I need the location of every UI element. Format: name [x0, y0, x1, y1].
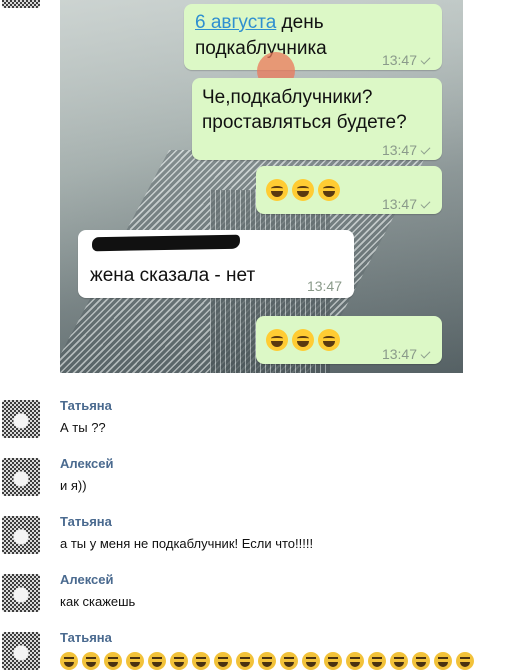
message-bubble: 6 августа день подкаблучника 13:47 [184, 4, 442, 70]
tears-of-joy-icon [266, 328, 288, 351]
author-name[interactable]: Алексей [60, 572, 114, 587]
message-bubble: 13:47 [256, 166, 442, 214]
avatar[interactable] [2, 458, 40, 496]
laughing-face-icon [170, 652, 188, 670]
message-text: и я)) [60, 478, 87, 493]
author-name[interactable]: Татьяна [60, 514, 112, 529]
read-check-icon [420, 54, 431, 65]
laughing-face-icon [104, 652, 122, 670]
redacted-name [91, 234, 241, 252]
date-link[interactable]: 6 августа [195, 12, 276, 33]
laughing-face-icon [280, 652, 298, 670]
laughing-face-icon [192, 652, 210, 670]
laughing-face-icon [236, 652, 254, 670]
tears-of-joy-icon [266, 178, 288, 201]
avatar[interactable] [2, 0, 40, 8]
author-name[interactable]: Алексей [60, 456, 114, 471]
avatar[interactable] [2, 400, 40, 438]
tears-of-joy-icon [318, 328, 340, 351]
laughing-face-icon [412, 652, 430, 670]
tears-of-joy-icon [318, 178, 340, 201]
laughing-face-icon [258, 652, 276, 670]
author-name[interactable]: Татьяна [60, 398, 112, 413]
laughing-face-icon [324, 652, 342, 670]
message-bubble: жена сказала - нет 13:47 [78, 230, 354, 298]
avatar[interactable] [2, 516, 40, 554]
read-check-icon [420, 198, 431, 209]
laughing-face-icon [346, 652, 364, 670]
laughing-face-icon [148, 652, 166, 670]
message-bubble: Че,подкаблучники? проставляться будете? … [192, 78, 442, 160]
read-check-icon [420, 144, 431, 155]
emoji-row [60, 652, 478, 670]
message-text: А ты ?? [60, 420, 106, 435]
read-check-icon [420, 348, 431, 359]
laughing-face-icon [82, 652, 100, 670]
message-text: как скажешь [60, 594, 136, 609]
laughing-face-icon [302, 652, 320, 670]
laughing-face-icon [390, 652, 408, 670]
avatar[interactable] [2, 632, 40, 670]
laughing-face-icon [214, 652, 232, 670]
message-bubble: 13:47 [256, 316, 442, 364]
message-text: а ты у меня не подкаблучник! Если что!!!… [60, 536, 314, 551]
chat-screenshot-image[interactable]: 6 августа день подкаблучника 13:47 Че,по… [60, 0, 463, 373]
laughing-face-icon [434, 652, 452, 670]
avatar[interactable] [2, 574, 40, 612]
laughing-face-icon [126, 652, 144, 670]
laughing-face-icon [456, 652, 474, 670]
laughing-face-icon [368, 652, 386, 670]
tears-of-joy-icon [292, 328, 314, 351]
laughing-face-icon [60, 652, 78, 670]
author-name[interactable]: Татьяна [60, 630, 112, 645]
tears-of-joy-icon [292, 178, 314, 201]
